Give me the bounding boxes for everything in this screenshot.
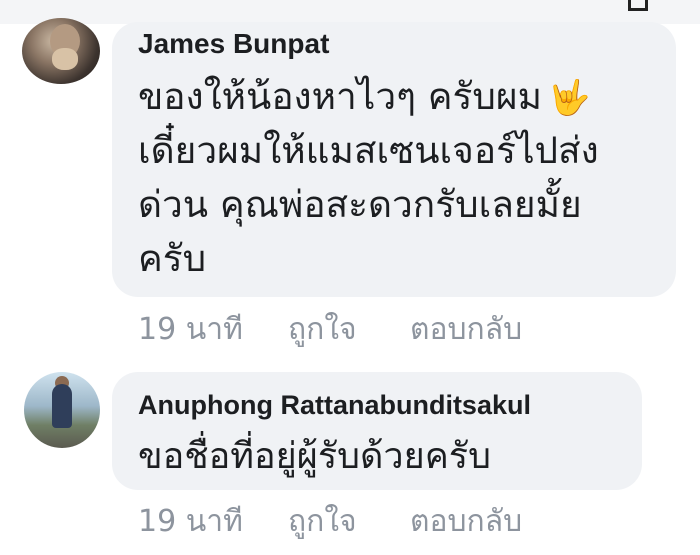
close-icon[interactable]: [628, 0, 648, 11]
avatar-body: [52, 384, 72, 428]
comment-text: ขอชื่อที่อยู่ผู้รับด้วยครับ: [138, 430, 491, 484]
top-bar: [0, 0, 700, 24]
comment-line-text: ของให้น้องหาไวๆ ครับผม: [138, 75, 542, 118]
reply-button[interactable]: ตอบกลับ: [410, 306, 522, 353]
comment-text: ของให้น้องหาไวๆ ครับผม 🤟 เดี๋ยวผมให้แมสเซ…: [138, 70, 599, 286]
reply-button[interactable]: ตอบกลับ: [410, 498, 522, 545]
comment-author-name[interactable]: James Bunpat: [138, 28, 329, 60]
comment-timestamp[interactable]: 19 นาที: [138, 306, 243, 353]
like-button[interactable]: ถูกใจ: [288, 498, 357, 545]
comment-line: ด่วน คุณพ่อสะดวกรับเลยมั้ย: [138, 183, 582, 226]
comment-author-name[interactable]: Anuphong Rattanabunditsakul: [138, 390, 531, 421]
avatar[interactable]: [22, 18, 100, 84]
comment-line: ขอชื่อที่อยู่ผู้รับด้วยครับ: [138, 436, 491, 477]
like-button[interactable]: ถูกใจ: [288, 306, 357, 353]
avatar-hand: [52, 48, 78, 70]
comment-line: เดี๋ยวผมให้แมสเซนเจอร์ไปส่ง: [138, 129, 599, 172]
comment-line: ครับ: [138, 237, 207, 280]
avatar[interactable]: [24, 372, 100, 448]
comment-timestamp[interactable]: 19 นาที: [138, 498, 243, 545]
hand-sign-emoji-icon: 🤟: [547, 78, 591, 118]
comment-line: ของให้น้องหาไวๆ ครับผม 🤟: [138, 70, 599, 124]
